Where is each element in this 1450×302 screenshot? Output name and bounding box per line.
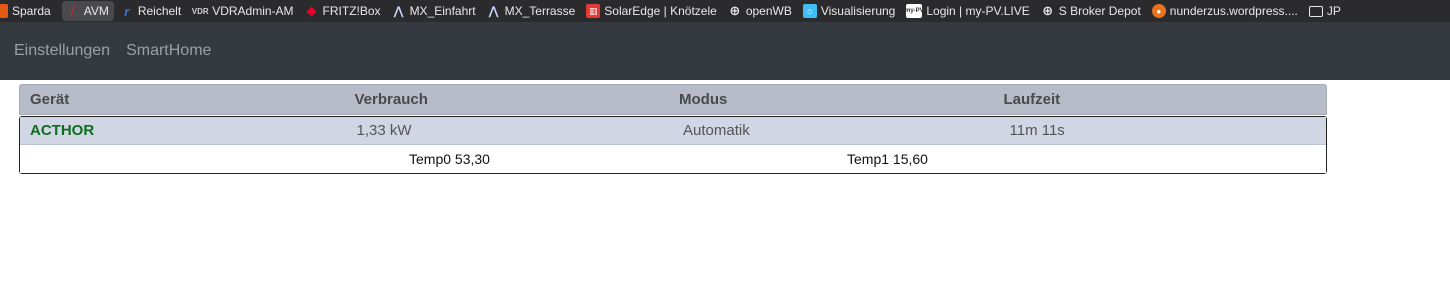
bookmark-label: SolarEdge | Knötzele bbox=[604, 4, 717, 18]
bookmark-mx-einfahrt[interactable]: ⋀ MX_Einfahrt bbox=[392, 1, 481, 21]
chevron-left-icon[interactable]: ‹ bbox=[0, 43, 6, 59]
globe-icon: ⊕ bbox=[1042, 3, 1054, 18]
wordpress-icon: ● bbox=[1151, 4, 1166, 18]
home-assistant-icon: ⌂ bbox=[802, 4, 817, 18]
device-card: ACTHOR 1,33 kW Automatik 11m 11s Temp0 5… bbox=[19, 116, 1327, 174]
device-modus: Automatik bbox=[683, 122, 750, 139]
globe-icon: ⊕ bbox=[729, 3, 741, 18]
device-laufzeit: 11m 11s bbox=[1009, 122, 1065, 139]
bookmark-label: FRITZ!Box bbox=[322, 4, 381, 18]
header-geraet: Gerät bbox=[30, 91, 70, 108]
mypv-icon: my-PV bbox=[905, 4, 924, 18]
bookmark-label: Sparda bbox=[12, 4, 51, 18]
fritzbox-icon: ◆ bbox=[306, 3, 317, 18]
bookmark-label: MX_Einfahrt bbox=[409, 4, 476, 18]
temperature-row: Temp0 53,30 Temp1 15,60 bbox=[20, 145, 1326, 173]
bookmark-visualisierung[interactable]: ⌂ Visualisierung bbox=[802, 1, 901, 21]
bookmark-wordpress[interactable]: ● nunderzus.wordpress.... bbox=[1151, 1, 1303, 21]
device-verbrauch: 1,33 kW bbox=[356, 122, 412, 139]
bookmark-sparda[interactable]: Sparda bbox=[0, 1, 56, 21]
bookmark-label: VDRAdmin-AM bbox=[212, 4, 294, 18]
bookmark-label: Reichelt bbox=[137, 4, 182, 18]
mobotix-icon: ⋀ bbox=[393, 4, 404, 18]
bookmark-openwb[interactable]: ⊕ openWB bbox=[728, 1, 797, 21]
avm-icon: ⧸ bbox=[70, 3, 75, 18]
bookmark-label: openWB bbox=[745, 4, 792, 18]
bookmark-label: MX_Terrasse bbox=[504, 4, 576, 18]
device-name: ACTHOR bbox=[30, 122, 95, 139]
mobotix-icon: ⋀ bbox=[488, 4, 499, 18]
sparda-icon bbox=[0, 4, 8, 18]
bookmark-vdradmin[interactable]: VDR VDRAdmin-AM bbox=[192, 1, 298, 21]
smarthome-device-table: Gerät Verbrauch Modus Laufzeit ACTHOR 1,… bbox=[19, 84, 1327, 174]
bookmark-label: AVM bbox=[83, 4, 109, 18]
bookmark-mx-terrasse[interactable]: ⋀ MX_Terrasse bbox=[487, 1, 581, 21]
bookmark-folder-jp[interactable]: JP bbox=[1308, 1, 1346, 21]
bookmark-avm[interactable]: ⧸ AVM bbox=[61, 1, 114, 21]
temp1-value: Temp1 15,60 bbox=[847, 151, 928, 167]
nav-einstellungen[interactable]: Einstellungen bbox=[14, 42, 110, 60]
bookmark-label: nunderzus.wordpress.... bbox=[1169, 4, 1298, 18]
header-verbrauch: Verbrauch bbox=[354, 91, 428, 108]
bookmark-reichelt[interactable]: r Reichelt bbox=[120, 1, 186, 21]
bookmarks-bar: Sparda ⧸ AVM r Reichelt VDR VDRAdmin-AM … bbox=[0, 0, 1450, 22]
bookmark-sbroker[interactable]: ⊕ S Broker Depot bbox=[1041, 1, 1146, 21]
bookmark-label: Login | my-PV.LIVE bbox=[926, 4, 1030, 18]
solaredge-icon: ▥ bbox=[586, 4, 601, 18]
vdradmin-icon: VDR bbox=[191, 6, 209, 16]
temp0-value: Temp0 53,30 bbox=[409, 151, 490, 167]
bookmark-label: S Broker Depot bbox=[1058, 4, 1141, 18]
table-row[interactable]: ACTHOR 1,33 kW Automatik 11m 11s bbox=[20, 117, 1326, 145]
navbar: ‹ Einstellungen SmartHome bbox=[0, 22, 1450, 80]
bookmark-label: Visualisierung bbox=[820, 4, 896, 18]
header-laufzeit: Laufzeit bbox=[1003, 91, 1061, 108]
header-modus: Modus bbox=[679, 91, 728, 108]
bookmark-label: JP bbox=[1326, 4, 1341, 18]
bookmark-mypv[interactable]: my-PV Login | my-PV.LIVE bbox=[905, 1, 1034, 21]
bookmark-fritzbox[interactable]: ◆ FRITZ!Box bbox=[305, 1, 386, 21]
bookmark-solaredge[interactable]: ▥ SolarEdge | Knötzele bbox=[586, 1, 722, 21]
nav-smarthome[interactable]: SmartHome bbox=[126, 42, 211, 60]
table-header: Gerät Verbrauch Modus Laufzeit bbox=[19, 84, 1327, 115]
reichelt-icon: r bbox=[124, 3, 130, 19]
folder-icon bbox=[1308, 5, 1323, 17]
